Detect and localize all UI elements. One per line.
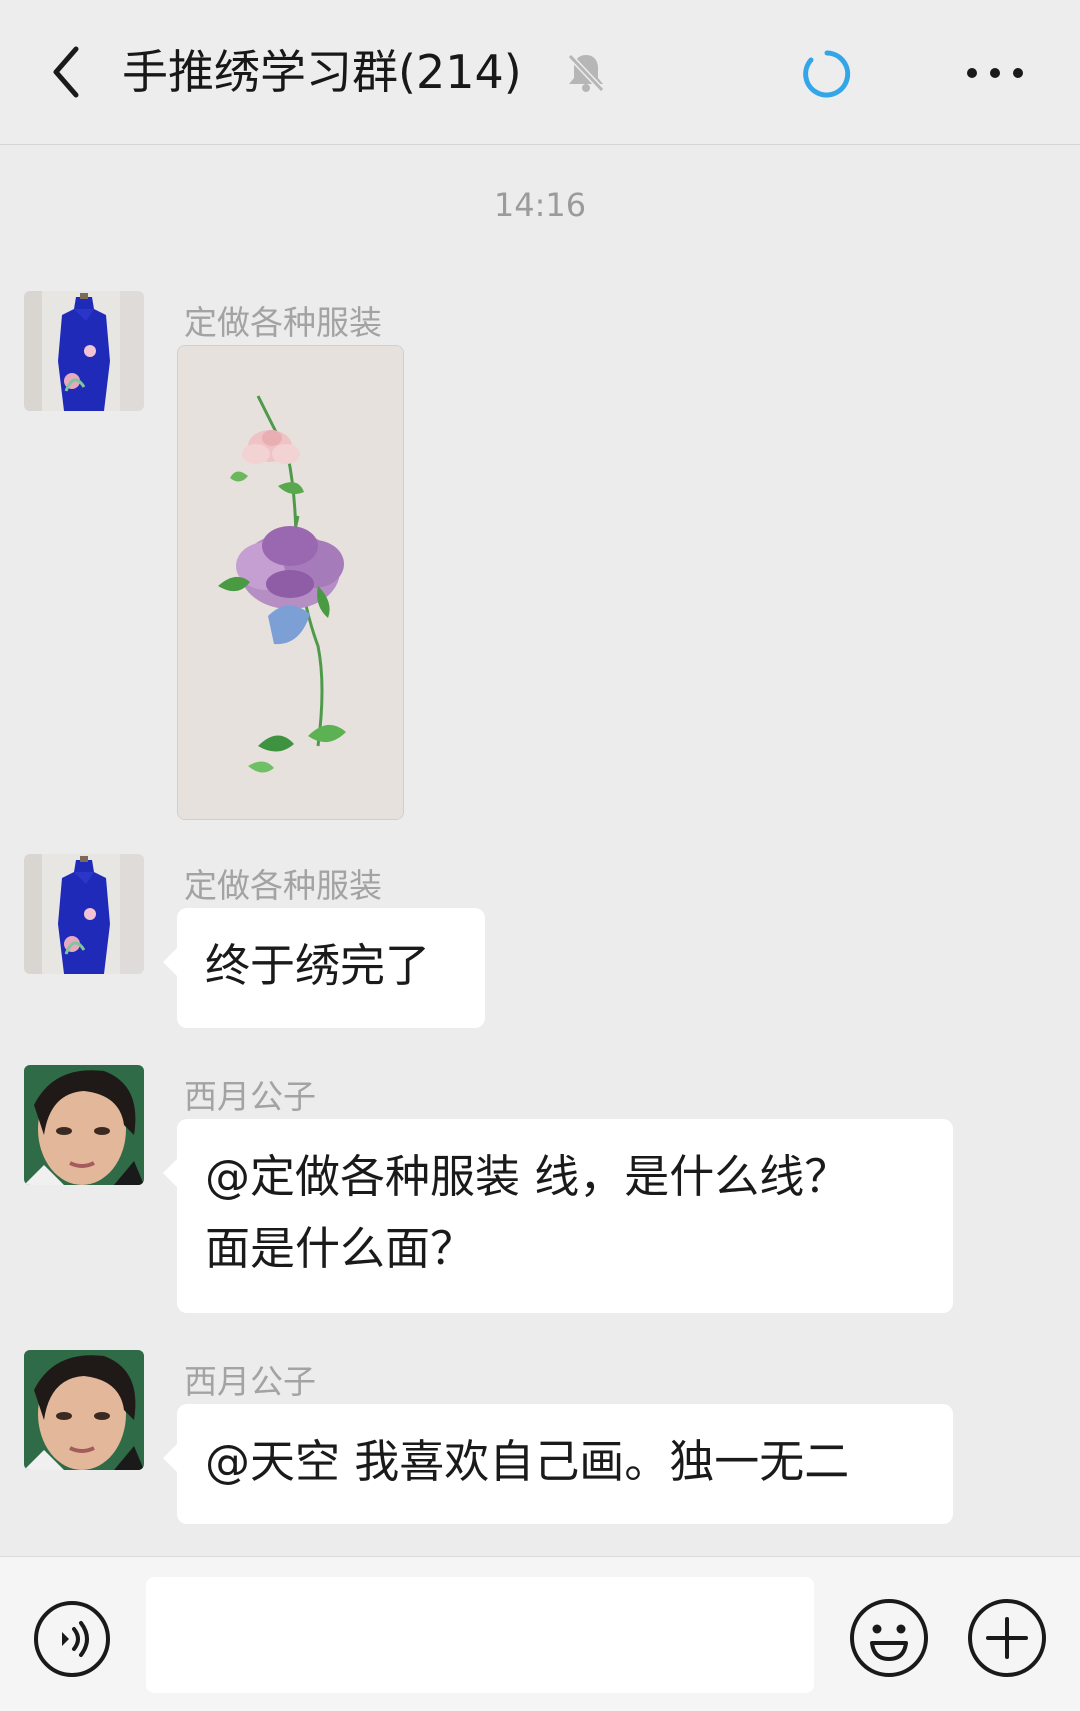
message-text-line: @定做各种服装 线，是什么线？ xyxy=(205,1150,850,1203)
more-dots-icon xyxy=(967,68,1023,78)
more-button[interactable] xyxy=(960,50,1030,96)
message-bubble[interactable]: @天空 我喜欢自己画。独一无二 xyxy=(163,1404,953,1524)
emoji-button[interactable] xyxy=(848,1597,930,1679)
image-message[interactable] xyxy=(177,345,404,820)
sender-name: 西月公子 xyxy=(184,1362,316,1401)
message-bubble[interactable]: 终于绣完了 xyxy=(163,908,485,1028)
loading-spinner-icon xyxy=(800,47,854,101)
message-text: 终于绣完了 xyxy=(205,939,431,992)
message-text: @天空 我喜欢自己画。独一无二 xyxy=(205,1435,850,1488)
message-input[interactable] xyxy=(146,1577,814,1693)
person-avatar-image xyxy=(24,1065,144,1185)
sender-name: 定做各种服装 xyxy=(184,303,382,342)
avatar[interactable] xyxy=(24,854,144,974)
qipao-avatar-image xyxy=(24,291,144,411)
sender-name: 西月公子 xyxy=(184,1077,316,1116)
person-avatar-image xyxy=(24,1350,144,1470)
message-bubble[interactable]: @定做各种服装 线，是什么线？ 面是什么面？ xyxy=(163,1119,953,1313)
sender-name: 定做各种服装 xyxy=(184,866,382,905)
embroidery-photo xyxy=(178,346,403,819)
bell-off-icon xyxy=(564,50,608,94)
chevron-left-icon xyxy=(53,46,79,98)
qipao-avatar-image xyxy=(24,854,144,974)
page-title: 手推绣学习群(214) xyxy=(122,45,522,99)
plus-icon xyxy=(968,1599,1046,1677)
emoji-icon xyxy=(850,1599,928,1677)
avatar[interactable] xyxy=(24,1065,144,1185)
back-button[interactable] xyxy=(34,36,104,106)
voice-icon xyxy=(34,1601,110,1677)
voice-button[interactable] xyxy=(32,1599,112,1679)
message-text-line: 面是什么面？ xyxy=(205,1222,476,1275)
message-timestamp: 14:16 xyxy=(493,186,587,224)
avatar[interactable] xyxy=(24,291,144,411)
input-bar xyxy=(0,1556,1080,1711)
chat-header: 手推绣学习群(214) xyxy=(0,0,1080,145)
plus-button[interactable] xyxy=(966,1597,1048,1679)
avatar[interactable] xyxy=(24,1350,144,1470)
